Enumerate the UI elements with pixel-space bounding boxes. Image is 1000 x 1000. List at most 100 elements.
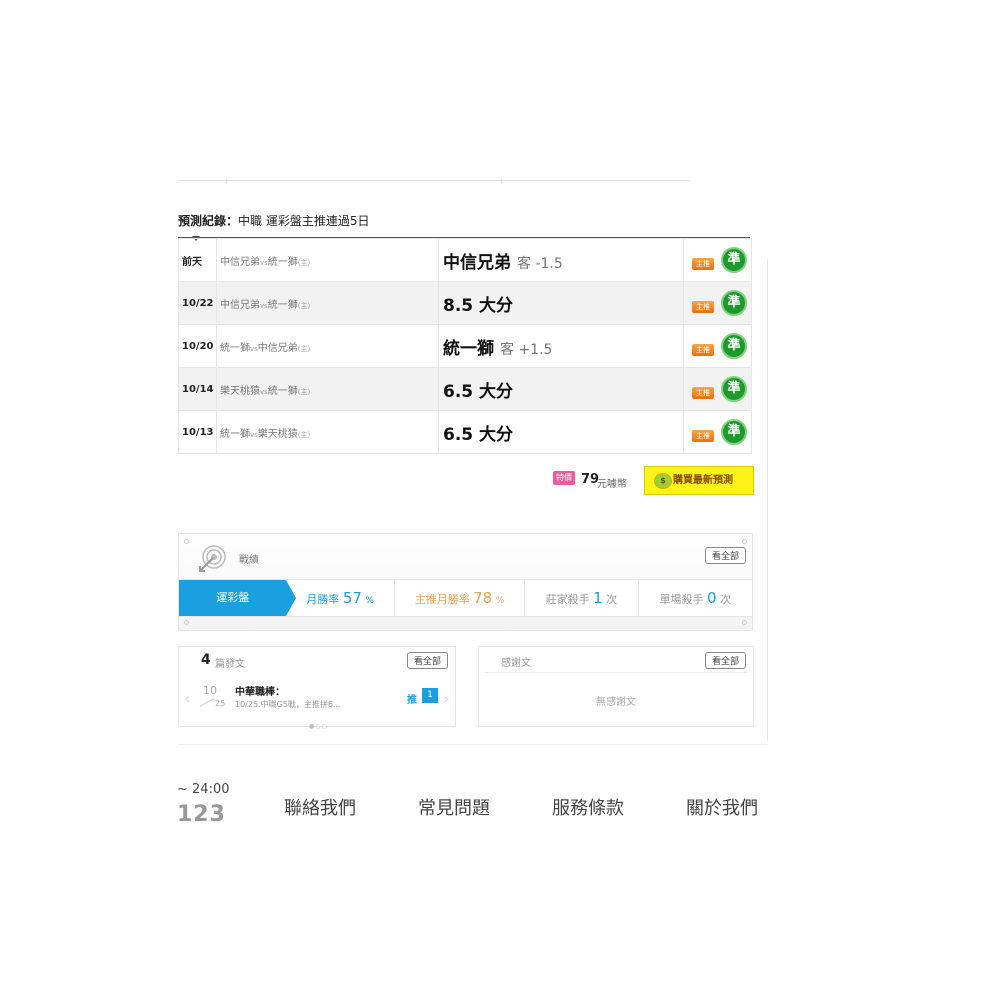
record-title-bold: 預測紀錄： [178,214,239,228]
monthly-win-pct: % [365,596,374,606]
main-pick-tag: 主推 [683,367,717,411]
monthly-win-value: 57 [342,589,362,607]
main-pick-badge: 主推 [692,429,714,442]
monthly-win-rate: 月勝率 57 % [286,580,395,616]
footer-link-contact[interactable]: 聯絡我們 [284,794,356,820]
price-unit: 元噱幣 [597,479,627,490]
thanks-view-all-button[interactable]: 看全部 [704,652,746,669]
footer-link-faq[interactable]: 常見問題 [418,794,490,820]
vs-label: vs [260,258,268,267]
record-match[interactable]: 中信兄弟vs統一獅(主) [216,238,439,282]
corner-dot [742,539,747,544]
stats-panel: 戰績 看全部 運彩盤 月勝率 57 % 主推月勝率 78 % 莊家殺手 1 次 … [178,533,753,631]
result-correct-icon: 準 [721,290,747,316]
tab-lottery[interactable]: 運彩盤 [179,580,297,616]
thanks-label: 感謝文 [501,658,531,669]
articles-view-all-button[interactable]: 看全部 [406,652,448,669]
target-icon [199,545,226,572]
main-pick-tag: 主推 [683,410,717,454]
chevron-right-icon[interactable]: › [443,689,449,708]
pick-main: 6.5 大分 [443,381,514,402]
main-pick-badge: 主推 [692,343,714,356]
main-win-value: 78 [473,589,493,607]
killer-value: 1 [593,589,603,607]
vs-label: vs [260,387,268,396]
record-title: 預測紀錄：中職 運彩盤主推連過5日 [178,212,369,229]
record-row: 10/13 統一獅vs樂天桃猿(主) 6.5 大分 主推準 [178,410,752,454]
result-cell: 準 [717,367,752,411]
pick-odds: 客 +1.5 [500,341,553,358]
main-pick-badge: 主推 [692,386,714,399]
result-correct-icon: 準 [721,247,747,273]
top-divider [178,179,690,183]
single-times: 次 [720,593,732,606]
footer-link-about[interactable]: 關於我們 [686,794,758,820]
result-correct-icon: 準 [721,419,747,445]
result-cell: 準 [717,281,752,325]
footer-link-terms[interactable]: 服務條款 [552,794,624,820]
chevron-left-icon[interactable]: ‹ [184,689,190,708]
stats-bar: 運彩盤 月勝率 57 % 主推月勝率 78 % 莊家殺手 1 次 單場殺手 0 … [179,579,752,617]
team-home: 統一獅 [267,299,298,311]
record-title-text: 中職 運彩盤主推連過5日 [238,214,370,228]
record-match[interactable]: 統一獅vs中信兄弟(主) [216,324,439,368]
record-row: 10/22 中信兄弟vs統一獅(主) 8.5 大分 主推準 [178,281,752,325]
record-match[interactable]: 統一獅vs樂天桃猿(主) [216,410,439,454]
sale-badge: 特價 [553,471,575,485]
vs-label: vs [260,301,268,310]
main-pick-tag: 主推 [683,324,717,368]
killer-times: 次 [606,593,618,606]
home-marker: (主) [297,430,311,439]
carousel-dots[interactable]: ●○○ [309,723,328,730]
record-date: 10/22 [178,281,217,325]
thanks-box: 感謝文 看全部 無感謝文 [478,646,754,727]
article-title[interactable]: 中華職棒： [235,683,285,698]
record-table: 前天 中信兄弟vs統一獅(主) 中信兄弟客 -1.5 主推準 10/22 中信兄弟vs統一… [178,238,752,454]
main-pick-badge: 主推 [692,257,714,270]
pick-main: 8.5 大分 [443,295,514,316]
buy-prediction-button[interactable]: $ 購買最新預測 [644,466,754,495]
pick-odds: 客 -1.5 [517,255,563,272]
article-month: 10 [203,684,217,697]
single-label: 單場殺手 [659,593,704,606]
buy-button-label: 購買最新預測 [673,475,733,486]
record-date: 10/13 [178,410,217,454]
record-pick: 統一獅客 +1.5 [438,324,684,368]
team-away: 統一獅 [220,342,250,354]
team-home: 統一獅 [267,256,298,268]
article-day: 25 [215,699,226,708]
vs-label: vs [250,430,258,439]
single-value: 0 [707,589,717,607]
team-away: 中信兄弟 [220,256,260,268]
record-date: 前天 [178,238,217,282]
recommend-count: 1 [422,688,438,703]
killer-label: 莊家殺手 [545,593,590,606]
main-win-rate: 主推月勝率 78 % [395,580,526,616]
record-row: 10/14 樂天桃猿vs統一獅(主) 6.5 大分 主推準 [178,367,752,411]
record-match[interactable]: 中信兄弟vs統一獅(主) [216,281,439,325]
main-pick-tag: 主推 [683,238,717,282]
record-row: 前天 中信兄弟vs統一獅(主) 中信兄弟客 -1.5 主推準 [178,238,752,282]
article-subtitle[interactable]: 10/25.中職G5戰，主推拼6... [235,699,341,710]
record-date: 10/14 [178,367,217,411]
team-home: 樂天桃猿 [257,428,298,440]
stats-view-all-button[interactable]: 看全部 [704,547,746,564]
team-home: 統一獅 [267,385,298,397]
service-number: 123 [177,802,226,824]
single-killer: 單場殺手 0 次 [639,580,752,616]
result-cell: 準 [717,324,752,368]
record-match[interactable]: 樂天桃猿vs統一獅(主) [216,367,439,411]
footer-divider [178,744,768,745]
main-win-label: 主推月勝率 [414,593,470,606]
record-pick: 8.5 大分 [438,281,684,325]
stats-label: 戰績 [239,555,259,566]
article-count: 4 [201,652,211,668]
main-pick-badge: 主推 [692,300,714,313]
pick-main: 統一獅 [443,338,494,359]
main-win-pct: % [495,596,505,606]
date-slash [199,698,215,707]
team-away: 統一獅 [220,428,250,440]
thanks-empty: 無感謝文 [596,697,636,708]
pick-main: 中信兄弟 [443,252,511,273]
result-correct-icon: 準 [721,333,747,359]
